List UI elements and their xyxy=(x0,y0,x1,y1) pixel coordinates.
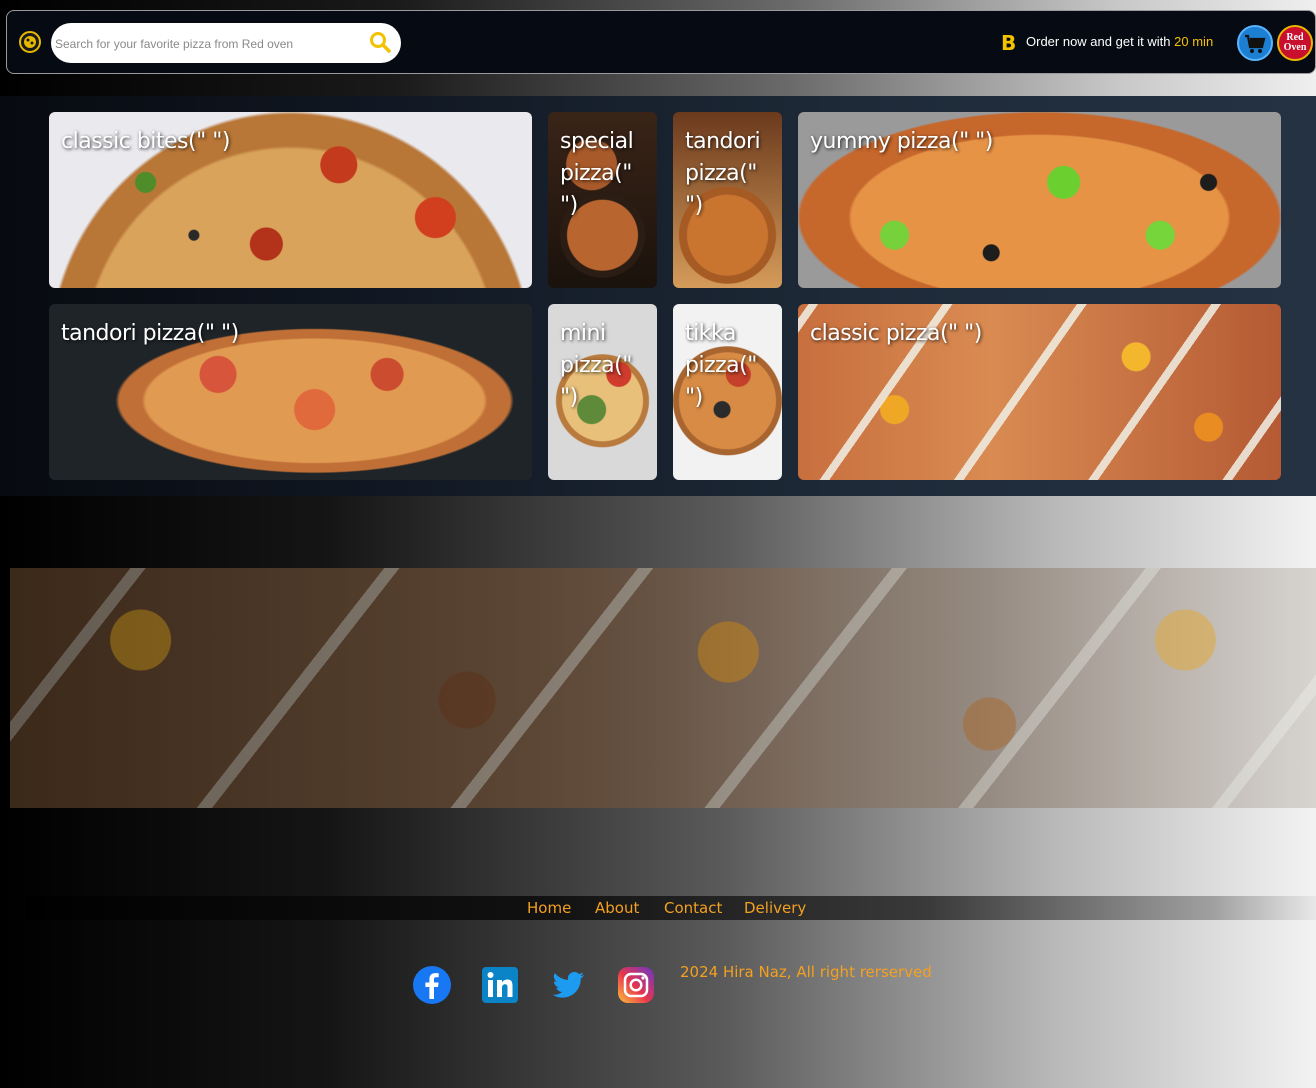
pizza-card[interactable]: classic bites(" ") xyxy=(49,112,532,288)
pizza-card-label: special pizza(" ") xyxy=(560,129,634,218)
pizza-card-label: tandori pizza(" ") xyxy=(685,129,761,218)
search-icon[interactable] xyxy=(369,31,391,53)
pizza-gallery: classic bites(" ") special pizza(" ") ta… xyxy=(0,96,1316,496)
pizza-card-label: classic pizza(" ") xyxy=(810,321,982,346)
pizza-card-label: tandori pizza(" ") xyxy=(61,321,239,346)
pizza-card-label: yummy pizza(" ") xyxy=(810,129,993,154)
promo-time: 20 min xyxy=(1174,34,1214,49)
pizza-card-label: mini pizza(" ") xyxy=(560,321,632,410)
navbar: B Order now and get it with 20 min Red O… xyxy=(6,10,1316,74)
pizza-card[interactable]: mini pizza(" ") xyxy=(548,304,657,480)
bolt-icon: B xyxy=(1001,31,1017,55)
cart-button[interactable] xyxy=(1237,25,1273,61)
footer-nav: Home About Contact Delivery xyxy=(26,896,1316,920)
promo-text: Order now and get it with xyxy=(1026,34,1171,49)
pizza-card[interactable]: tandori pizza(" ") xyxy=(49,304,532,480)
cart-icon xyxy=(1245,34,1266,53)
pizza-card[interactable]: classic pizza(" ") xyxy=(798,304,1281,480)
footer-link-delivery[interactable]: Delivery xyxy=(744,899,806,917)
pizza-logo-icon[interactable] xyxy=(19,31,41,53)
pizza-card[interactable]: tikka pizza(" ") xyxy=(673,304,782,480)
search-bar xyxy=(51,23,401,63)
search-input[interactable] xyxy=(53,31,357,57)
hero-banner-image xyxy=(10,568,1316,808)
footer-link-home[interactable]: Home xyxy=(527,899,571,917)
twitter-icon[interactable] xyxy=(548,965,588,1005)
pizza-card-label: classic bites(" ") xyxy=(61,129,230,154)
footer-link-contact[interactable]: Contact xyxy=(664,899,722,917)
brand-logo-text: Red Oven xyxy=(1283,32,1307,53)
copyright-text: 2024 Hira Naz, All right rerserved xyxy=(680,963,932,981)
instagram-icon[interactable] xyxy=(616,965,656,1005)
facebook-icon[interactable] xyxy=(412,965,452,1005)
pizza-card[interactable]: special pizza(" ") xyxy=(548,112,657,288)
footer-link-about[interactable]: About xyxy=(595,899,639,917)
pizza-card[interactable]: yummy pizza(" ") xyxy=(798,112,1281,288)
linkedin-icon[interactable] xyxy=(480,965,520,1005)
delivery-promo: Order now and get it with 20 min xyxy=(1026,34,1213,49)
pizza-card-label: tikka pizza(" ") xyxy=(685,321,757,410)
red-oven-logo[interactable]: Red Oven xyxy=(1277,25,1313,61)
pizza-card[interactable]: tandori pizza(" ") xyxy=(673,112,782,288)
